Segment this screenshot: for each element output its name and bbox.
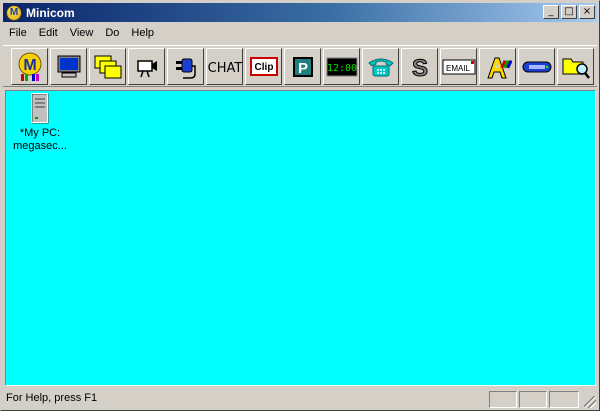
clock-icon: 12:00 — [326, 57, 357, 76]
maximize-button[interactable]: □ — [561, 5, 577, 19]
my-pc-item[interactable]: *My PC: megasec... — [10, 93, 70, 153]
email-icon-text: EMAIL — [445, 64, 470, 73]
status-panel-1 — [489, 391, 517, 408]
stacked-folders-icon — [94, 55, 121, 78]
modem-icon — [522, 61, 551, 72]
toolbar-button-clipboard[interactable]: Clip — [245, 48, 282, 85]
toolbar-button-paint[interactable] — [479, 48, 516, 85]
svg-text:M: M — [23, 57, 36, 74]
email-icon: EMAIL — [442, 59, 475, 74]
my-pc-label: *My PC: megasec... — [10, 127, 70, 153]
status-text: For Help, press F1 — [6, 392, 98, 404]
window-title: Minicom — [26, 5, 75, 20]
s-icon: S — [411, 54, 428, 81]
toolbar-button-chat[interactable]: CHAT — [206, 48, 243, 85]
window-controls: _ □ × — [541, 5, 595, 19]
minimize-button[interactable]: _ — [543, 5, 559, 19]
menu-bar: File Edit View Do Help — [3, 23, 160, 43]
computer-tower-icon — [31, 93, 49, 124]
plug-icon — [175, 58, 196, 79]
toolbar-button-modem[interactable] — [518, 48, 555, 85]
title-bar[interactable]: M Minicom _ □ × — [3, 3, 597, 22]
app-icon-letter: M — [9, 6, 19, 18]
toolbar-button-s[interactable]: S — [401, 48, 438, 85]
resize-grip[interactable] — [584, 396, 596, 408]
toolbar-button-camera[interactable] — [128, 48, 165, 85]
menu-edit[interactable]: Edit — [33, 25, 64, 41]
p-icon-text: P — [297, 60, 307, 77]
status-panel-3 — [549, 391, 579, 408]
minicom-logo-icon: M — [18, 52, 41, 81]
my-pc-label-line2: megasec... — [13, 140, 67, 152]
close-button[interactable]: × — [579, 5, 595, 19]
chat-icon-text: CHAT — [208, 61, 242, 76]
toolbar-button-search-folder[interactable] — [557, 48, 594, 85]
monitor-icon — [57, 55, 80, 77]
status-bar: For Help, press F1 — [3, 389, 597, 409]
toolbar-button-p[interactable]: P — [284, 48, 321, 85]
minimize-icon: _ — [548, 6, 554, 17]
toolbar-button-email[interactable]: EMAIL — [440, 48, 477, 85]
camera-icon — [136, 59, 157, 77]
menu-file[interactable]: File — [3, 25, 33, 41]
phone-icon — [367, 58, 394, 76]
toolbar-button-plug[interactable] — [167, 48, 204, 85]
status-panel-2 — [519, 391, 547, 408]
maximize-icon: □ — [564, 6, 574, 17]
paint-icon — [486, 57, 512, 78]
clipboard-icon-text: Clip — [254, 62, 273, 73]
toolbar-button-folders[interactable] — [89, 48, 126, 85]
toolbar-button-monitor[interactable] — [50, 48, 87, 85]
p-icon: P — [292, 56, 313, 77]
menu-help[interactable]: Help — [125, 25, 160, 41]
minicom-window: M Minicom _ □ × File Edit View Do Help M — [0, 0, 600, 411]
search-folder-icon — [562, 58, 590, 79]
minicom-app-icon[interactable]: M — [6, 4, 22, 21]
clock-icon-text: 12:00 — [326, 63, 356, 74]
my-pc-label-line1: *My PC: — [19, 127, 61, 139]
chat-icon: CHAT — [208, 61, 242, 76]
main-canvas[interactable]: *My PC: megasec... — [5, 90, 596, 386]
toolbar-button-phone[interactable] — [362, 48, 399, 85]
toolbar-button-logo[interactable]: M — [11, 48, 48, 85]
toolbar-button-clock[interactable]: 12:00 — [323, 48, 360, 85]
toolbar: M CHAT Clip P 12:00 S EMAIL — [3, 45, 597, 87]
clipboard-icon: Clip — [249, 56, 278, 76]
close-icon: × — [582, 6, 592, 17]
s-icon-text: S — [411, 55, 427, 81]
menu-view[interactable]: View — [64, 25, 100, 41]
menu-do[interactable]: Do — [99, 25, 125, 41]
